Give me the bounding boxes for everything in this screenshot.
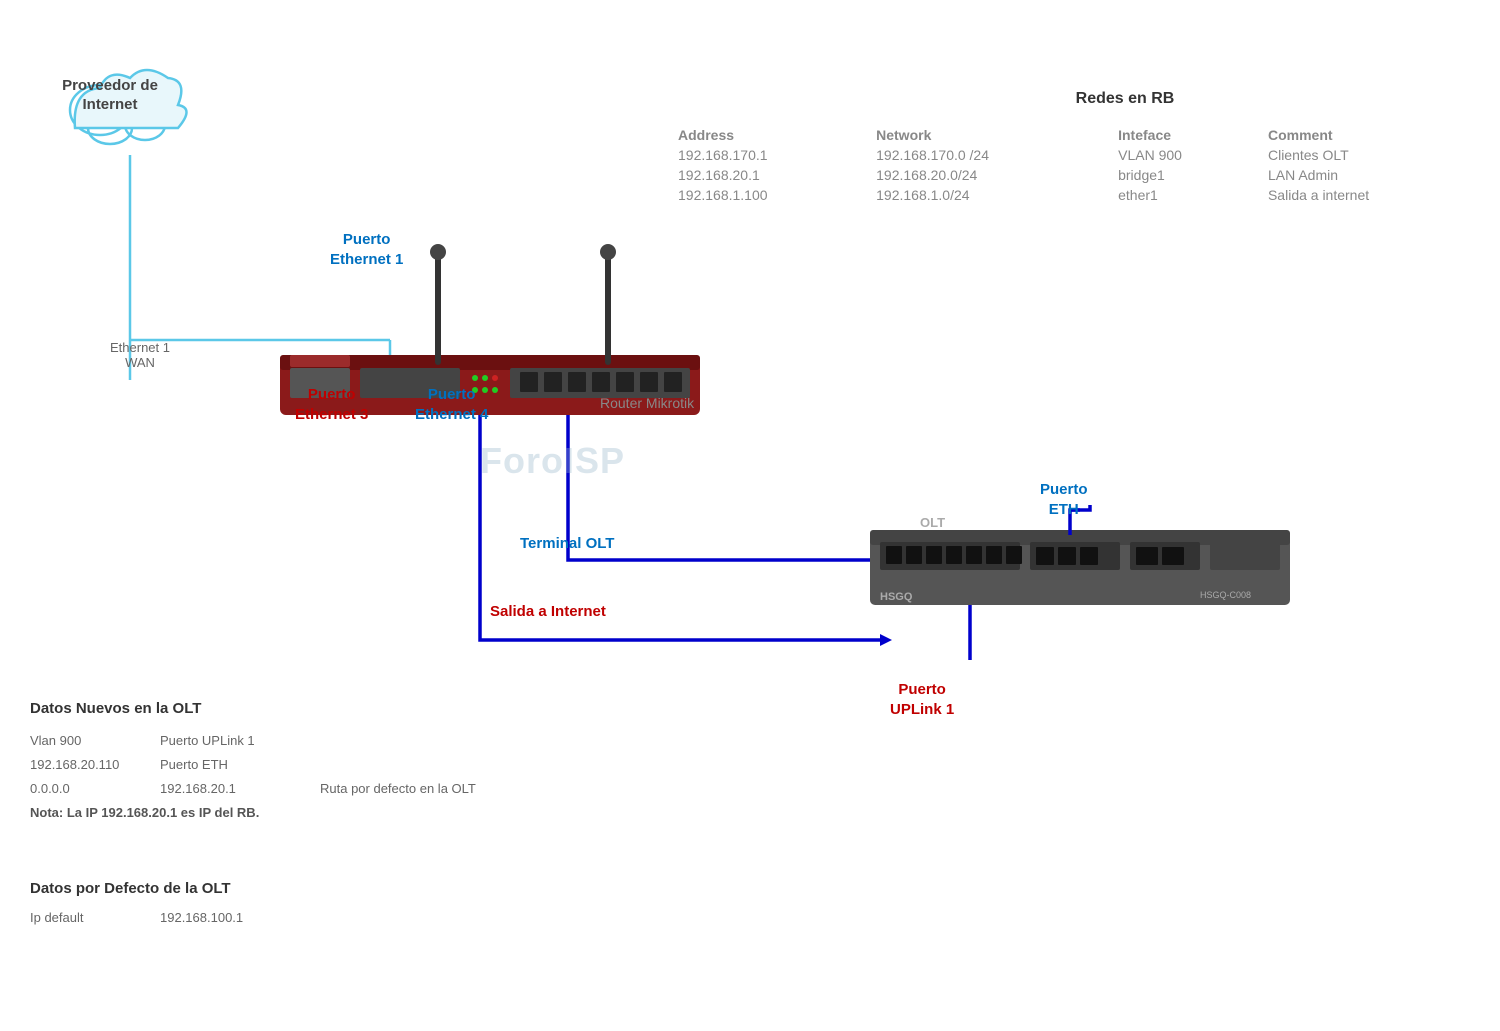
led-1 [472,375,478,381]
internet-arrow [880,634,892,646]
olt-eth-area [1030,542,1120,570]
puerto-eth3-label: Puerto Ethernet 3 [295,385,368,424]
datos-defecto-content: Ip default192.168.100.1 [30,910,243,925]
led-3 [492,375,498,381]
uplink-port-2 [1162,547,1184,565]
redes-cell-interface: ether1 [1110,185,1260,205]
port-slot-4 [592,372,610,392]
redes-cell-network: 192.168.170.0 /24 [868,145,1110,165]
puerto-eth4-label: Puerto Ethernet 4 [415,385,488,424]
datos-nuevos-row: 0.0.0.0192.168.20.1Ruta por defecto en l… [30,778,476,800]
eth-port-2 [1058,547,1076,565]
led-2 [482,375,488,381]
datos-defecto-title: Datos por Defecto de la OLT [30,880,231,897]
puerto-eth-label: Puerto ETH [1040,480,1088,519]
olt-sfp-area [880,542,1020,570]
redes-cell-network: 192.168.1.0/24 [868,185,1110,205]
datos-nuevos-row: Vlan 900Puerto UPLink 1 [30,730,476,752]
olt-top [870,530,1290,545]
olt-model-label: HSGQ-C008 [1200,590,1251,600]
olt-far-right [1210,540,1280,570]
datos-nuevos-content: Vlan 900Puerto UPLink 1192.168.20.110Pue… [30,730,476,826]
olt-uplink-area [1130,542,1200,570]
port-slot-3 [568,372,586,392]
olt-brand-label: HSGQ [880,591,913,603]
col-interface: Inteface [1110,125,1260,145]
port-slot-7 [664,372,682,392]
port-slot-5 [616,372,634,392]
redes-cell-address: 192.168.170.1 [670,145,868,165]
cloud-label: Proveedor de Internet [30,40,190,150]
sfp-5 [966,546,982,564]
antenna-right-tip [600,244,616,260]
terminal-arrow [870,554,882,566]
datos-col2: 192.168.20.1 [160,778,320,800]
port-slot-6 [640,372,658,392]
antenna-right [605,255,611,365]
olt-body [870,535,1290,605]
redes-cell-interface: bridge1 [1110,165,1260,185]
eth-port-3 [1080,547,1098,565]
salida-internet-label: Salida a Internet [490,603,606,620]
antenna-left [435,255,441,365]
sfp-2 [906,546,922,564]
datos-defecto-row: Ip default192.168.100.1 [30,910,243,925]
sfp-6 [986,546,1002,564]
sfp-7 [1006,546,1022,564]
redes-cell-comment: Clientes OLT [1260,145,1480,165]
router-display [290,355,350,367]
sfp-1 [886,546,902,564]
datos-nuevos-nota: Nota: La IP 192.168.20.1 es IP del RB. [30,802,259,824]
col-comment: Comment [1260,125,1480,145]
defecto-col1: Ip default [30,910,160,925]
router-top [280,355,700,370]
port-slot-1 [520,372,538,392]
datos-nuevos-row: 192.168.20.110Puerto ETH [30,754,476,776]
datos-col3: Ruta por defecto en la OLT [320,778,476,800]
sfp-4 [946,546,962,564]
defecto-col2: 192.168.100.1 [160,910,243,925]
terminal-olt-label: Terminal OLT [520,535,614,552]
redes-rb-table: Address Network Inteface Comment 192.168… [670,125,1480,205]
col-address: Address [670,125,868,145]
eth1-wan-label: Ethernet 1 WAN [110,340,170,370]
eth-port-1 [1036,547,1054,565]
diagram-container: HSGQ HSGQ-C008 OLT Proveedor de Internet… [0,0,1500,1031]
redes-cell-interface: VLAN 900 [1110,145,1260,165]
datos-col2: Puerto UPLink 1 [160,730,320,752]
redes-cell-comment: LAN Admin [1260,165,1480,185]
puerto-uplink-label: Puerto UPLink 1 [890,680,954,719]
olt-text-label: OLT [920,515,945,530]
sfp-3 [926,546,942,564]
antenna-left-tip [430,244,446,260]
datos-col1: 192.168.20.110 [30,754,160,776]
datos-col2: Puerto ETH [160,754,320,776]
router-mikrotik-label: Router Mikrotik [600,395,694,411]
datos-col1: 0.0.0.0 [30,778,160,800]
watermark: ForoISP [480,440,625,482]
datos-nuevos-row: Nota: La IP 192.168.20.1 es IP del RB. [30,802,476,824]
redes-rb-title: Redes en RB [750,90,1500,108]
port-slot-2 [544,372,562,392]
datos-col1: Vlan 900 [30,730,160,752]
uplink-port-1 [1136,547,1158,565]
datos-nuevos-title: Datos Nuevos en la OLT [30,700,201,717]
redes-cell-network: 192.168.20.0/24 [868,165,1110,185]
redes-cell-address: 192.168.20.1 [670,165,868,185]
router-port-area-right [510,368,690,398]
redes-cell-comment: Salida a internet [1260,185,1480,205]
puerto-eth1-label: Puerto Ethernet 1 [330,230,403,269]
redes-cell-address: 192.168.1.100 [670,185,868,205]
col-network: Network [868,125,1110,145]
led-6 [492,387,498,393]
